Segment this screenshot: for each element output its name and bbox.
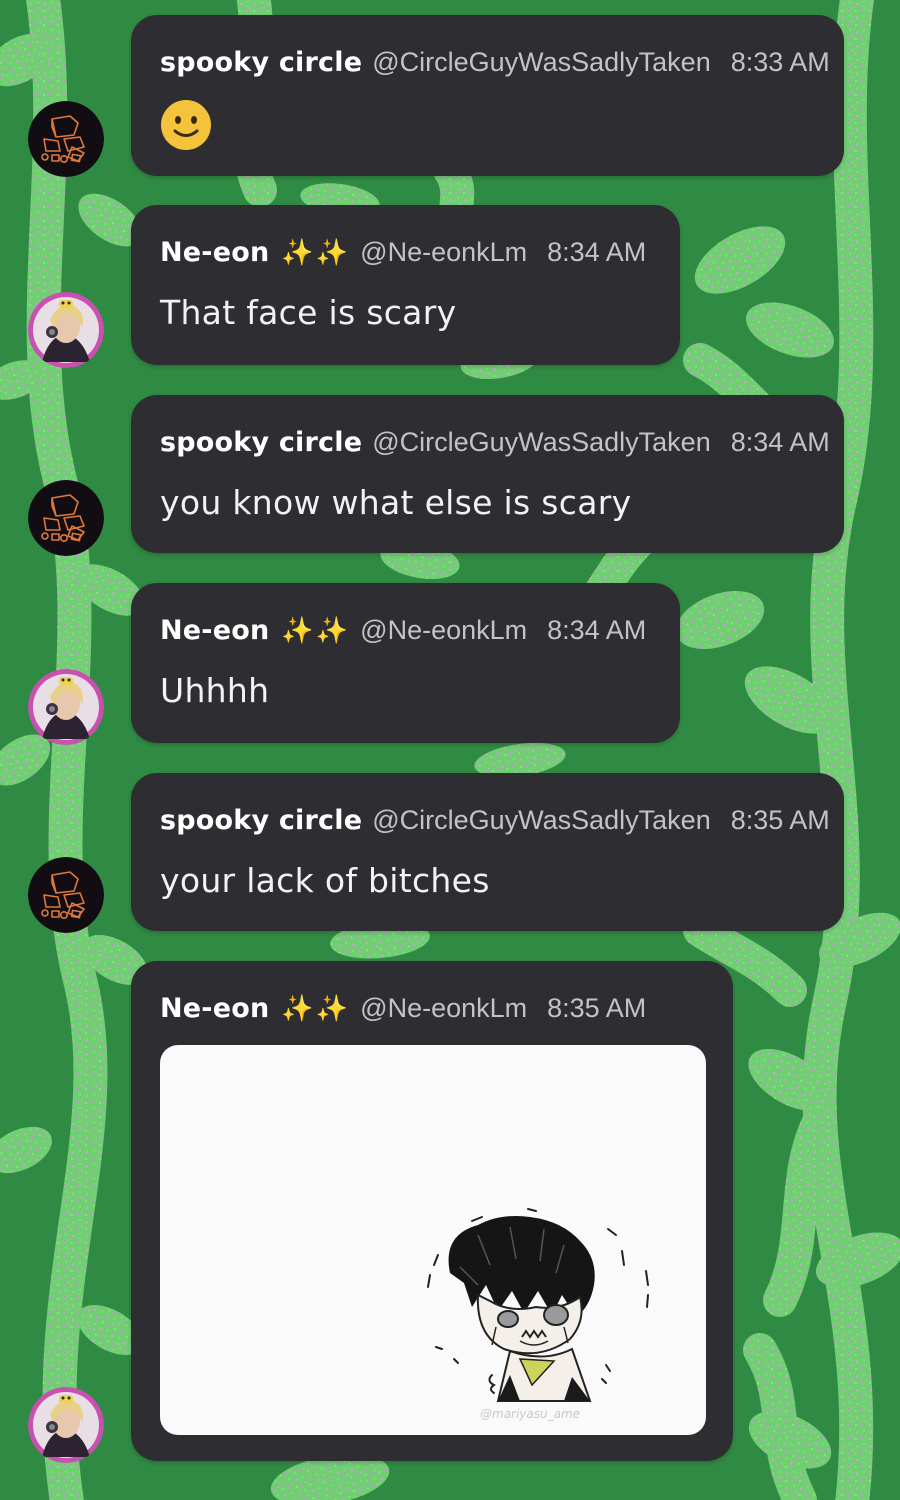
- anime-character-avatar[interactable]: [28, 669, 104, 745]
- slightly-smiling-face-icon: [160, 99, 212, 151]
- message-header: spooky circle @CircleGuyWasSadlyTaken 8:…: [160, 427, 830, 465]
- message-bubble: spooky circle @CircleGuyWasSadlyTaken 8:…: [131, 15, 844, 176]
- author-name[interactable]: Ne-eon: [160, 615, 269, 646]
- author-name[interactable]: spooky circle: [160, 427, 362, 458]
- sparkles-icon: ✨✨: [281, 238, 351, 268]
- timestamp: 8:33 AM: [730, 47, 830, 77]
- author-name[interactable]: Ne-eon: [160, 237, 269, 268]
- message-bubble: Ne-eon ✨✨ @Ne-eonkLm 8:34 AM That face i…: [131, 205, 680, 365]
- sparkles-icon: ✨✨: [281, 994, 351, 1024]
- timestamp: 8:34 AM: [547, 237, 647, 267]
- message-header: spooky circle @CircleGuyWasSadlyTaken 8:…: [160, 47, 830, 85]
- message-header: Ne-eon ✨✨ @Ne-eonkLm 8:34 AM: [160, 615, 652, 653]
- image-watermark: @mariyasu_ame: [480, 1407, 581, 1421]
- author-handle: @CircleGuyWasSadlyTaken: [372, 427, 711, 457]
- message-text: That face is scary: [160, 293, 457, 332]
- box-sketch-avatar[interactable]: [28, 101, 104, 177]
- timestamp: 8:35 AM: [547, 993, 647, 1023]
- box-sketch-avatar[interactable]: [28, 857, 104, 933]
- anime-character-avatar[interactable]: [28, 292, 104, 368]
- author-handle: @Ne-eonkLm: [360, 615, 528, 645]
- author-handle: @CircleGuyWasSadlyTaken: [372, 805, 711, 835]
- message-header: Ne-eon ✨✨ @Ne-eonkLm 8:34 AM: [160, 237, 652, 275]
- sketch-crying-character-icon: [427, 1208, 649, 1402]
- timestamp: 8:34 AM: [730, 427, 830, 457]
- message-text: you know what else is scary: [160, 483, 632, 522]
- author-name[interactable]: spooky circle: [160, 805, 362, 836]
- author-name[interactable]: spooky circle: [160, 47, 362, 78]
- image-attachment[interactable]: @mariyasu_ame: [160, 1045, 706, 1435]
- author-handle: @Ne-eonkLm: [360, 993, 528, 1023]
- message-header: spooky circle @CircleGuyWasSadlyTaken 8:…: [160, 805, 830, 843]
- anime-character-avatar[interactable]: [28, 1387, 104, 1463]
- message-text: Uhhhh: [160, 671, 270, 710]
- sparkles-icon: ✨✨: [281, 616, 351, 646]
- author-name[interactable]: Ne-eon: [160, 993, 269, 1024]
- box-sketch-avatar[interactable]: [28, 480, 104, 556]
- message-bubble: Ne-eon ✨✨ @Ne-eonkLm 8:35 AM @mariyasu_a…: [131, 961, 733, 1461]
- timestamp: 8:34 AM: [547, 615, 647, 645]
- timestamp: 8:35 AM: [730, 805, 830, 835]
- message-text: your lack of bitches: [160, 861, 490, 900]
- author-handle: @Ne-eonkLm: [360, 237, 528, 267]
- author-handle: @CircleGuyWasSadlyTaken: [372, 47, 711, 77]
- message-bubble: Ne-eon ✨✨ @Ne-eonkLm 8:34 AM Uhhhh: [131, 583, 680, 743]
- message-header: Ne-eon ✨✨ @Ne-eonkLm 8:35 AM: [160, 993, 705, 1031]
- message-bubble: spooky circle @CircleGuyWasSadlyTaken 8:…: [131, 773, 844, 931]
- message-bubble: spooky circle @CircleGuyWasSadlyTaken 8:…: [131, 395, 844, 553]
- message-feed: spooky circle @CircleGuyWasSadlyTaken 8:…: [0, 0, 900, 1500]
